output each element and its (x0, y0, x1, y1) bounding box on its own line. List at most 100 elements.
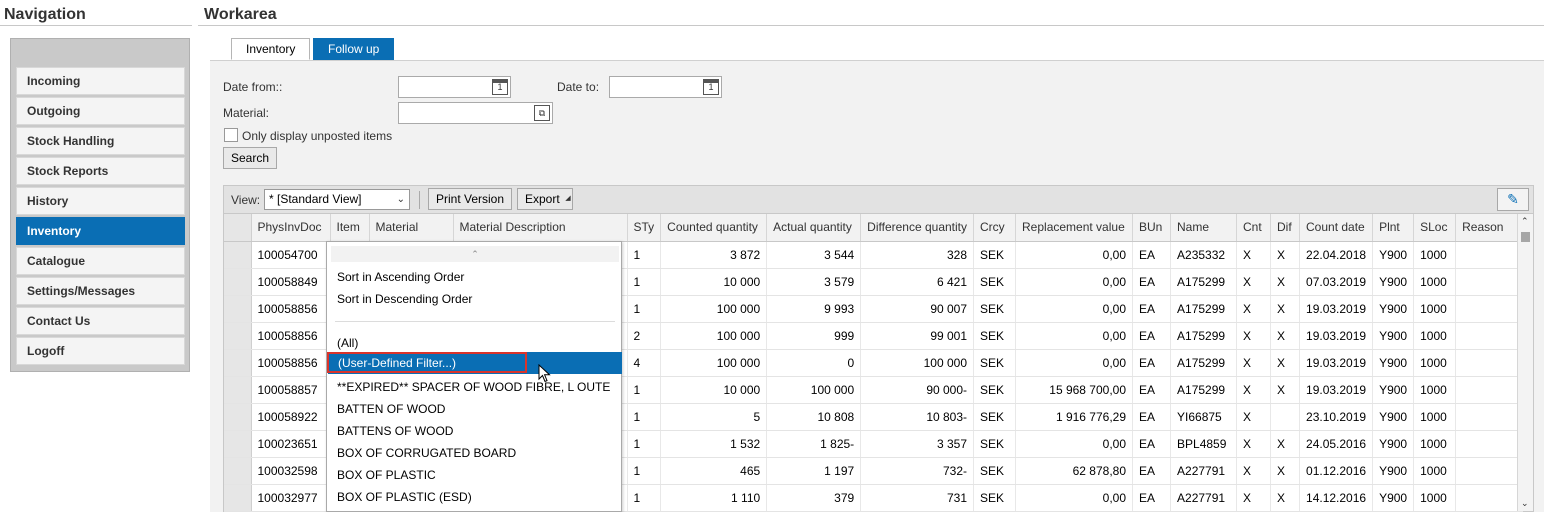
table-cell[interactable]: 15 968 700,00 (1015, 376, 1134, 404)
table-cell[interactable]: SEK (973, 457, 1017, 485)
table-cell[interactable]: 10 000 (660, 268, 768, 296)
table-cell[interactable]: 10 808 (766, 403, 862, 431)
table-cell[interactable]: X (1270, 268, 1301, 296)
table-cell[interactable]: X (1270, 376, 1301, 404)
table-cell[interactable]: SEK (973, 295, 1017, 323)
value-help-icon[interactable]: ⧉ (534, 105, 550, 121)
table-cell[interactable]: 24.05.2016 (1299, 430, 1374, 458)
table-cell[interactable] (1455, 268, 1524, 296)
unposted-items-checkbox[interactable] (224, 128, 238, 142)
row-selector[interactable] (224, 430, 252, 458)
table-cell[interactable]: X (1236, 430, 1272, 458)
table-cell[interactable]: 90 007 (860, 295, 975, 323)
table-cell[interactable]: X (1270, 430, 1301, 458)
nav-item-contact-us[interactable]: Contact Us (16, 307, 185, 335)
table-cell[interactable]: 1 (627, 484, 662, 512)
chevron-up-icon[interactable]: ⌃ (1521, 216, 1529, 227)
table-cell[interactable]: EA (1132, 349, 1172, 377)
table-cell[interactable]: 732- (860, 457, 975, 485)
table-cell[interactable]: 0,00 (1015, 430, 1134, 458)
table-cell[interactable]: 62 878,80 (1015, 457, 1134, 485)
table-cell[interactable]: X (1236, 484, 1272, 512)
table-cell[interactable]: 100023651 (251, 430, 331, 458)
table-cell[interactable]: 6 421 (860, 268, 975, 296)
calendar-icon[interactable]: 1 (703, 79, 719, 95)
table-cell[interactable]: 9 993 (766, 295, 862, 323)
table-cell[interactable]: 1000 (1413, 349, 1457, 377)
table-cell[interactable]: X (1270, 484, 1301, 512)
table-cell[interactable]: 0,00 (1015, 268, 1134, 296)
table-cell[interactable]: 19.03.2019 (1299, 322, 1374, 350)
table-cell[interactable] (1455, 241, 1524, 269)
date-to-field[interactable]: 1 (609, 76, 722, 98)
table-cell[interactable]: 100058856 (251, 295, 331, 323)
table-cell[interactable]: 100032598 (251, 457, 331, 485)
nav-item-inventory[interactable]: Inventory (16, 217, 185, 245)
table-cell[interactable]: A235332 (1170, 241, 1238, 269)
table-cell[interactable]: EA (1132, 457, 1172, 485)
table-cell[interactable]: 5 (660, 403, 768, 431)
table-cell[interactable]: 1000 (1413, 295, 1457, 323)
row-selector[interactable] (224, 457, 252, 485)
table-cell[interactable]: 1 (627, 457, 662, 485)
nav-item-history[interactable]: History (16, 187, 185, 215)
table-cell[interactable]: X (1270, 241, 1301, 269)
search-button[interactable]: Search (223, 147, 278, 169)
table-cell[interactable] (1455, 457, 1524, 485)
table-cell[interactable]: 1 (627, 430, 662, 458)
table-cell[interactable]: 1 110 (660, 484, 768, 512)
table-cell[interactable]: Y900 (1372, 376, 1415, 404)
table-cell[interactable]: 3 544 (766, 241, 862, 269)
table-cell[interactable]: 10 000 (660, 376, 768, 404)
menu-scroll-up-icon[interactable]: ⌃ (331, 246, 619, 262)
table-cell[interactable]: 1 (627, 295, 662, 323)
table-cell[interactable]: 999 (766, 322, 862, 350)
filter-value-item[interactable]: BOX OF PLASTIC (ESD) (337, 490, 472, 504)
table-cell[interactable]: 99 001 (860, 322, 975, 350)
column-header[interactable]: Count date (1299, 214, 1374, 242)
table-cell[interactable]: 1 (627, 241, 662, 269)
column-header[interactable]: Item (330, 214, 370, 242)
sort-ascending-item[interactable]: Sort in Ascending Order (337, 270, 464, 284)
table-cell[interactable]: SEK (973, 430, 1017, 458)
table-cell[interactable] (1455, 403, 1524, 431)
vertical-scrollbar[interactable]: ⌃ ⌄ (1517, 214, 1533, 511)
row-selector[interactable] (224, 268, 252, 296)
table-cell[interactable]: 1 825- (766, 430, 862, 458)
table-cell[interactable]: X (1270, 349, 1301, 377)
table-cell[interactable]: 19.03.2019 (1299, 295, 1374, 323)
table-cell[interactable]: X (1236, 295, 1272, 323)
calendar-icon[interactable]: 1 (492, 79, 508, 95)
table-cell[interactable]: X (1236, 241, 1272, 269)
table-cell[interactable]: 100 000 (660, 349, 768, 377)
table-cell[interactable] (1455, 349, 1524, 377)
table-cell[interactable]: X (1270, 295, 1301, 323)
table-cell[interactable]: X (1236, 376, 1272, 404)
table-cell[interactable]: A175299 (1170, 376, 1238, 404)
table-cell[interactable]: A175299 (1170, 322, 1238, 350)
table-cell[interactable]: 100058856 (251, 322, 331, 350)
table-cell[interactable]: 07.03.2019 (1299, 268, 1374, 296)
table-cell[interactable]: SEK (973, 403, 1017, 431)
table-cell[interactable]: 0,00 (1015, 241, 1134, 269)
export-button[interactable]: Export ◢ (517, 188, 573, 210)
table-cell[interactable] (1455, 295, 1524, 323)
column-header[interactable]: PhysInvDoc (251, 214, 331, 242)
table-cell[interactable]: 0,00 (1015, 295, 1134, 323)
table-cell[interactable]: X (1270, 322, 1301, 350)
table-cell[interactable]: A175299 (1170, 268, 1238, 296)
table-cell[interactable]: 1 (627, 268, 662, 296)
table-cell[interactable]: 100032977 (251, 484, 331, 512)
table-cell[interactable]: X (1270, 457, 1301, 485)
table-cell[interactable]: Y900 (1372, 430, 1415, 458)
table-cell[interactable]: 100058849 (251, 268, 331, 296)
tab-follow-up[interactable]: Follow up (313, 38, 395, 60)
row-selector[interactable] (224, 349, 252, 377)
nav-item-settings-messages[interactable]: Settings/Messages (16, 277, 185, 305)
nav-item-stock-handling[interactable]: Stock Handling (16, 127, 185, 155)
table-cell[interactable]: 1000 (1413, 322, 1457, 350)
nav-item-incoming[interactable]: Incoming (16, 67, 185, 95)
table-cell[interactable]: X (1236, 268, 1272, 296)
row-selector[interactable] (224, 322, 252, 350)
table-cell[interactable]: 1 (627, 403, 662, 431)
